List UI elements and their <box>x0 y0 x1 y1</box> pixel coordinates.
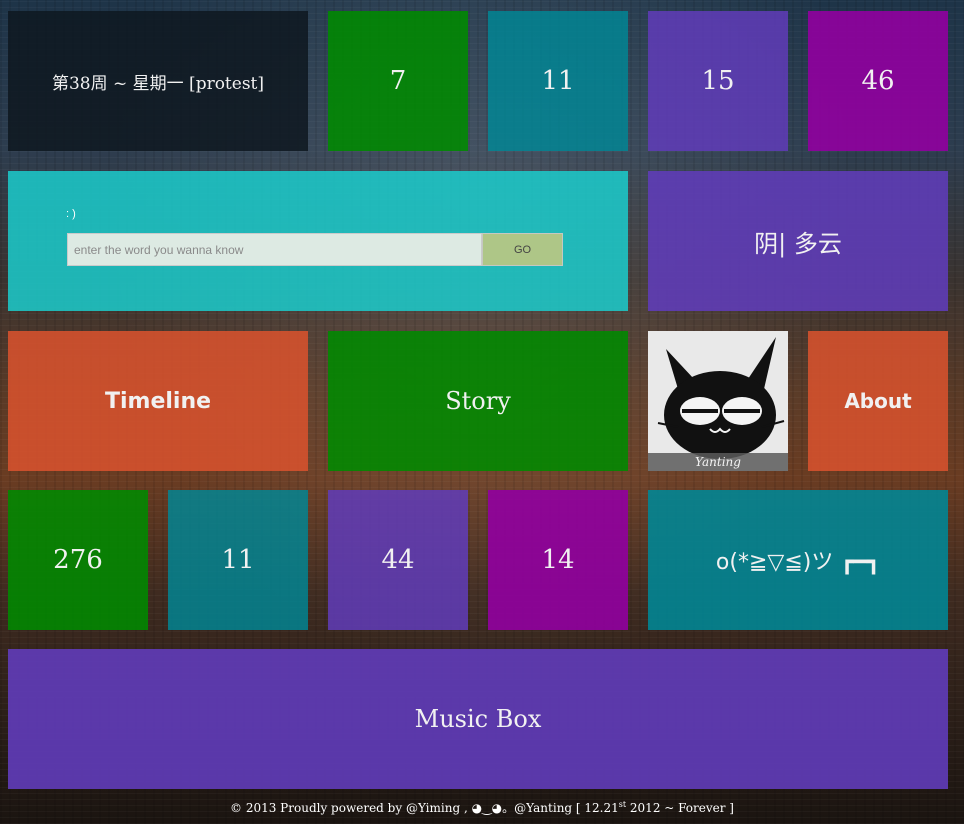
black-cat-avatar-icon <box>648 331 788 471</box>
weather-tile: 阴| 多云 <box>648 171 948 311</box>
count-tile-4[interactable]: 46 <box>808 11 948 151</box>
about-label: About <box>844 389 912 413</box>
footer: © 2013 Proudly powered by @Yiming , ◕‿◕。… <box>0 799 964 819</box>
timeline-label: Timeline <box>104 388 212 414</box>
stat-tile-3[interactable]: 44 <box>328 490 468 630</box>
weather-text: 阴| 多云 <box>754 229 842 258</box>
date-tile: 第38周 ~ 星期一 [protest] <box>8 11 308 151</box>
emoticon-text: o(*≧▽≦)ツ ┏━┓ <box>715 550 881 575</box>
stat-value: 276 <box>53 545 103 575</box>
footer-suffix: 2012 ~ Forever ] <box>626 801 734 815</box>
stat-value: 11 <box>221 545 255 575</box>
story-label: Story <box>445 387 511 415</box>
count-value: 15 <box>701 66 735 96</box>
count-value: 7 <box>389 66 407 96</box>
about-tile[interactable]: About <box>808 331 948 471</box>
avatar-tile[interactable]: Yanting <box>648 331 788 471</box>
timeline-tile[interactable]: Timeline <box>8 331 308 471</box>
search-tile: : ) GO <box>8 171 628 311</box>
stat-tile-2[interactable]: 11 <box>168 490 308 630</box>
stat-value: 44 <box>381 545 415 575</box>
story-tile[interactable]: Story <box>328 331 628 471</box>
count-value: 11 <box>541 66 575 96</box>
avatar-caption: Yanting <box>648 453 788 471</box>
music-box-tile[interactable]: Music Box <box>8 649 948 789</box>
count-value: 46 <box>861 66 895 96</box>
emoticon-tile: o(*≧▽≦)ツ ┏━┓ <box>648 490 948 630</box>
stat-value: 14 <box>541 545 575 575</box>
footer-prefix: © 2013 Proudly powered by @Yiming , ◕‿◕。… <box>230 801 619 815</box>
stat-tile-4[interactable]: 14 <box>488 490 628 630</box>
count-tile-3[interactable]: 15 <box>648 11 788 151</box>
count-tile-1[interactable]: 7 <box>328 11 468 151</box>
date-text: 第38周 ~ 星期一 [protest] <box>51 73 265 94</box>
count-tile-2[interactable]: 11 <box>488 11 628 151</box>
music-box-label: Music Box <box>414 705 542 733</box>
search-go-button[interactable]: GO <box>482 233 563 266</box>
search-input[interactable] <box>67 233 482 266</box>
stat-tile-1[interactable]: 276 <box>8 490 148 630</box>
search-label: : ) <box>66 208 76 220</box>
footer-sup: st <box>618 800 627 809</box>
